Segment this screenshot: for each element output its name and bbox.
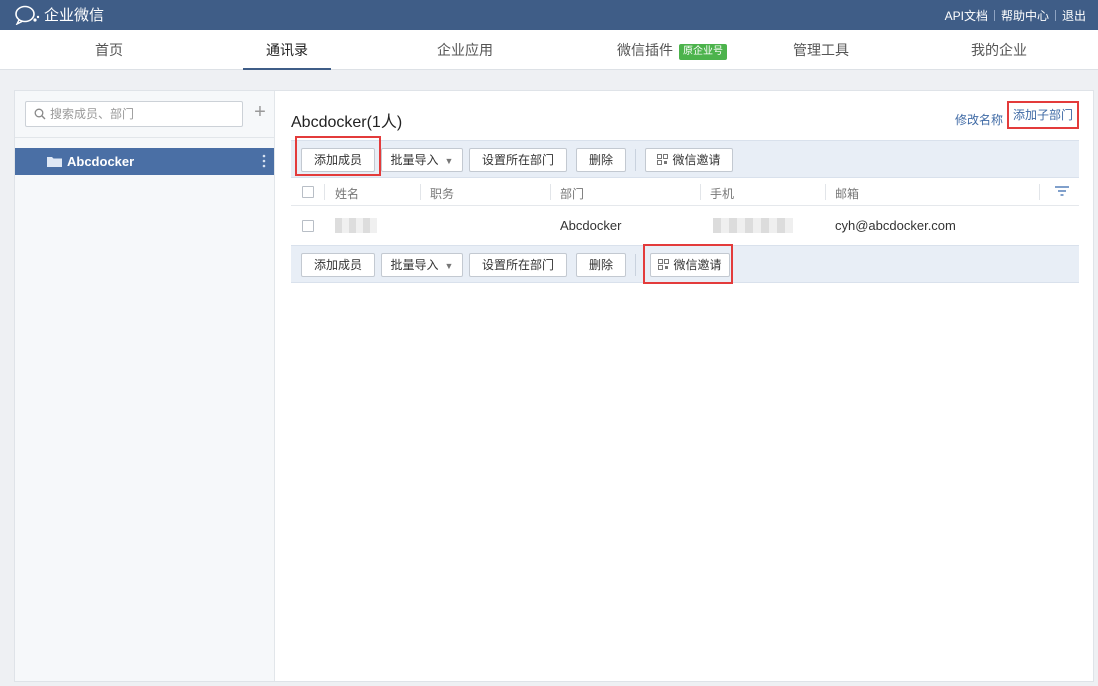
toolbar-separator [635,254,636,276]
column-separator [324,184,325,200]
column-header-name[interactable]: 姓名 [335,185,359,202]
row-checkbox[interactable] [302,220,314,232]
batch-import-button[interactable]: 批量导入 ▼ [381,148,463,172]
wechat-invite-label: 微信邀请 [672,153,721,167]
department-sidebar: + Abcdocker [15,91,275,681]
member-toolbar-bottom: 添加成员 批量导入 ▼ 设置所在部门 删除 微信邀请 [291,244,1079,284]
main-nav: 首页 通讯录 企业应用 微信插件 原企业号 管理工具 我的企业 [0,30,1098,70]
highlight-box [643,244,733,284]
set-department-button[interactable]: 设置所在部门 [469,148,567,172]
table-header: 姓名 职务 部门 手机 邮箱 [291,178,1079,206]
nav-admin-tools[interactable]: 管理工具 [786,30,856,70]
nav-wechat-plugin[interactable]: 微信插件 原企业号 [612,30,732,70]
api-docs-link[interactable]: API文档 [939,7,994,24]
search-input[interactable] [50,104,238,124]
member-name-blurred [335,218,377,233]
nav-contacts[interactable]: 通讯录 [243,30,331,70]
caret-down-icon: ▼ [444,261,454,271]
toolbar-separator [635,149,636,171]
member-toolbar-top: 添加成员 批量导入 ▼ 设置所在部门 删除 微信邀请 [291,136,1079,178]
contacts-panel: + Abcdocker Abcdocker(1人) 修改名称 添加子部门 添加成… [14,90,1094,682]
column-header-department[interactable]: 部门 [560,185,584,202]
search-box[interactable] [25,101,243,127]
batch-import-label: 批量导入 [390,153,439,167]
column-separator [825,184,826,200]
app-logo[interactable]: 企业微信 [14,4,104,25]
member-mobile-blurred [713,218,793,233]
more-vertical-icon[interactable] [262,154,266,168]
delete-button[interactable]: 删除 [576,148,626,172]
add-sub-department-link[interactable]: 添加子部门 [1007,101,1079,129]
set-department-button[interactable]: 设置所在部门 [469,253,567,277]
top-links: API文档 帮助中心 退出 [939,0,1092,30]
column-header-email[interactable]: 邮箱 [835,185,859,202]
table-row[interactable]: Abcdocker cyh@abcdocker.com [291,206,1079,245]
department-item-abcdocker[interactable]: Abcdocker [15,148,274,175]
column-header-mobile[interactable]: 手机 [710,185,734,202]
department-label: Abcdocker [67,154,135,169]
logout-link[interactable]: 退出 [1056,7,1092,24]
delete-button[interactable]: 删除 [576,253,626,277]
divider [15,137,274,138]
column-header-position[interactable]: 职务 [430,185,454,202]
member-list-area: Abcdocker(1人) 修改名称 添加子部门 添加成员 批量导入 ▼ 设置所在… [291,91,1079,681]
rename-link[interactable]: 修改名称 [955,111,1003,128]
select-all-checkbox[interactable] [302,186,314,198]
member-email: cyh@abcdocker.com [835,218,956,233]
help-center-link[interactable]: 帮助中心 [995,7,1055,24]
column-separator [550,184,551,200]
folder-icon [47,157,62,167]
column-separator [1039,184,1040,200]
wechat-invite-button[interactable]: 微信邀请 [645,148,733,172]
member-department: Abcdocker [560,218,622,233]
batch-import-button[interactable]: 批量导入 ▼ [381,253,463,277]
chat-bubble-icon [15,5,40,25]
column-separator [700,184,701,200]
search-icon [34,108,46,120]
add-member-button[interactable]: 添加成员 [301,253,375,277]
nav-home[interactable]: 首页 [88,30,130,70]
filter-icon[interactable] [1055,186,1069,196]
caret-down-icon: ▼ [444,156,454,166]
qr-code-icon [657,154,669,165]
nav-wechat-plugin-label: 微信插件 [617,42,673,58]
nav-apps[interactable]: 企业应用 [430,30,500,70]
nav-my-enterprise[interactable]: 我的企业 [964,30,1034,70]
department-title: Abcdocker(1人) [291,114,403,131]
batch-import-label: 批量导入 [390,258,439,272]
legacy-account-badge: 原企业号 [679,44,727,60]
app-title: 企业微信 [44,7,105,24]
column-separator [420,184,421,200]
highlight-box [295,136,381,176]
top-bar: 企业微信 API文档 帮助中心 退出 [0,0,1098,30]
add-department-button[interactable]: + [249,102,271,124]
